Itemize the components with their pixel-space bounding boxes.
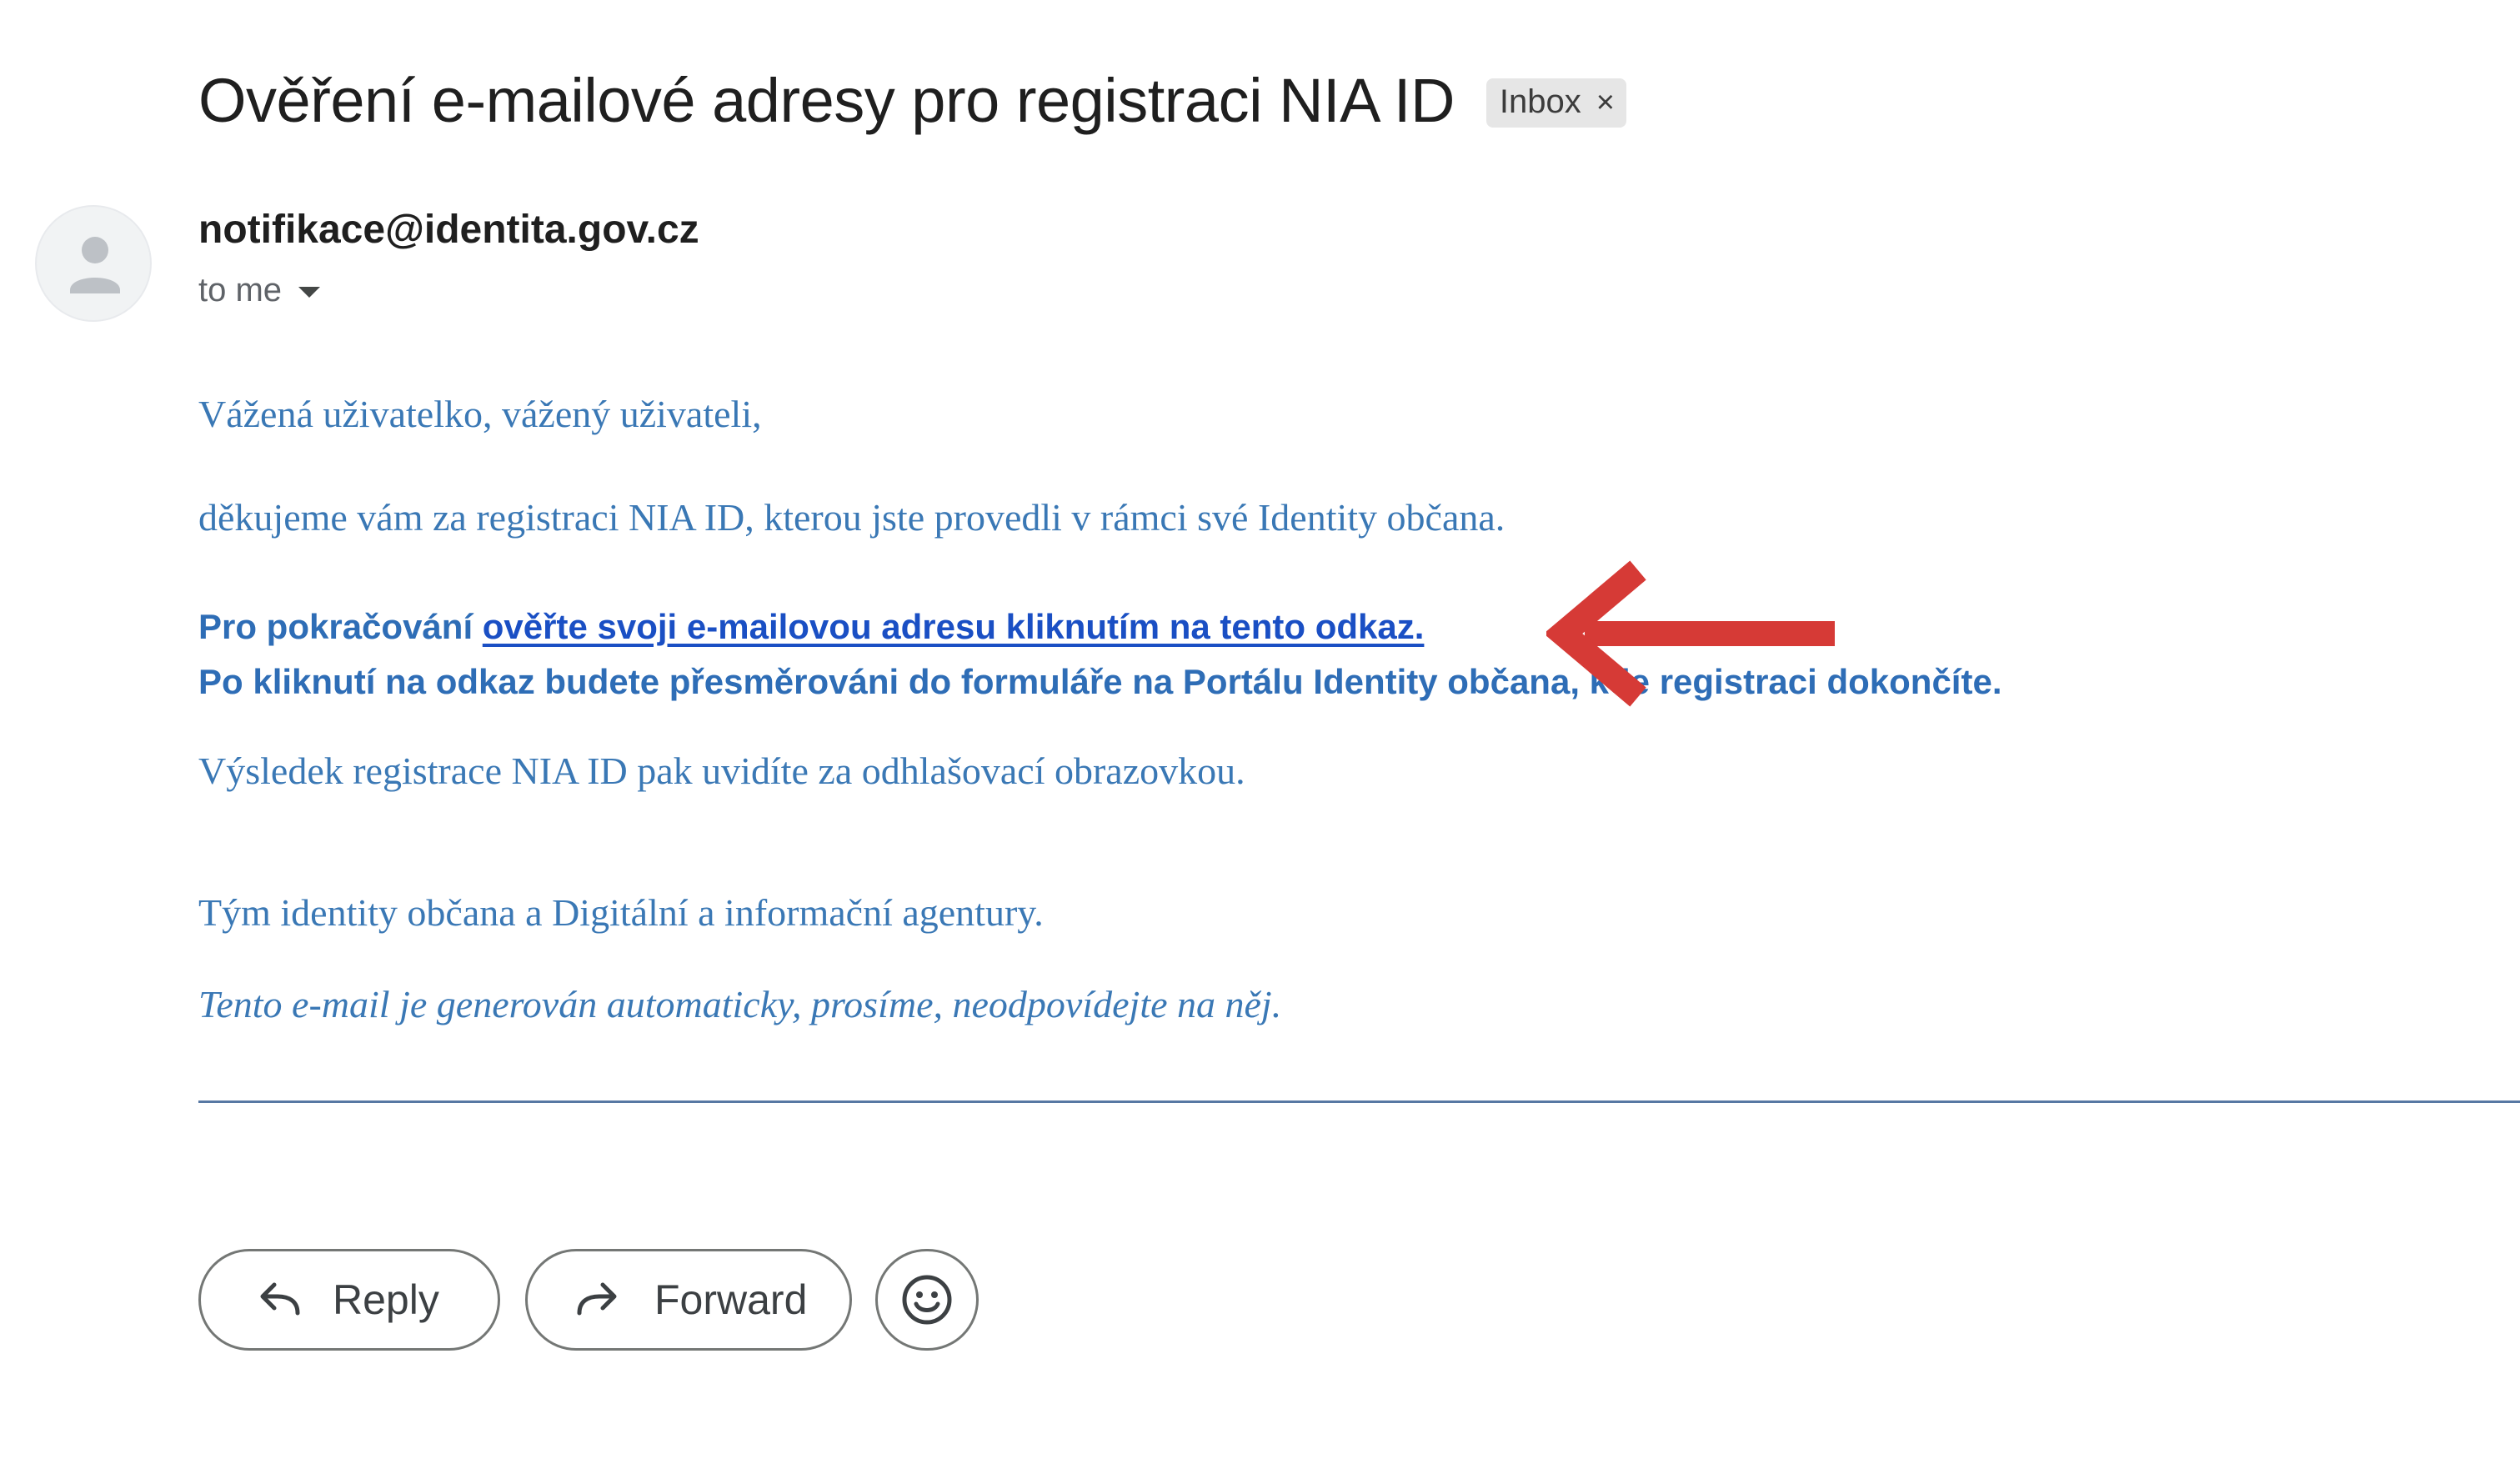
sender-address: notifikace@identita.gov.cz xyxy=(198,208,699,252)
thanks-text: děkujeme vám za registraci NIA ID, ktero… xyxy=(198,496,1505,539)
body-divider xyxy=(198,1100,2520,1103)
reply-icon xyxy=(260,1282,300,1316)
forward-label: Forward xyxy=(654,1276,808,1323)
recipient-row[interactable]: to me xyxy=(198,272,321,309)
inbox-label-text: Inbox xyxy=(1499,83,1581,120)
auto-notice-text: Tento e-mail je generován automaticky, p… xyxy=(198,983,1282,1025)
email-header: Ověření e-mailové adresy pro registraci … xyxy=(198,65,1626,136)
continue-paragraph: Pro pokračování ověřte svoji e-mailovou … xyxy=(198,607,1424,647)
sender-avatar[interactable] xyxy=(35,205,152,322)
person-icon xyxy=(70,237,120,293)
recipient-label: to me xyxy=(198,272,283,308)
email-subject: Ověření e-mailové adresy pro registraci … xyxy=(198,66,1455,135)
emoji-smile-icon xyxy=(902,1275,952,1325)
inbox-label-chip[interactable]: Inbox × xyxy=(1485,78,1626,128)
forward-icon xyxy=(577,1282,617,1316)
reply-button[interactable]: Reply xyxy=(198,1249,500,1351)
forward-button[interactable]: Forward xyxy=(525,1249,852,1351)
red-arrow-icon xyxy=(1546,560,1835,707)
reply-label: Reply xyxy=(333,1276,439,1323)
greeting-text: Vážená uživatelko, vážený uživateli, xyxy=(198,393,762,435)
remove-label-icon[interactable]: × xyxy=(1596,87,1615,118)
recipient-details-dropdown-icon[interactable] xyxy=(298,287,321,298)
verify-email-link[interactable]: ověřte svoji e-mailovou adresu kliknutím… xyxy=(483,607,1425,646)
emoji-reaction-button[interactable] xyxy=(875,1249,979,1351)
continue-prefix-text: Pro pokračování xyxy=(198,607,483,646)
result-note-text: Výsledek registrace NIA ID pak uvidíte z… xyxy=(198,750,1245,792)
signature-text: Tým identity občana a Digitální a inform… xyxy=(198,891,1044,934)
